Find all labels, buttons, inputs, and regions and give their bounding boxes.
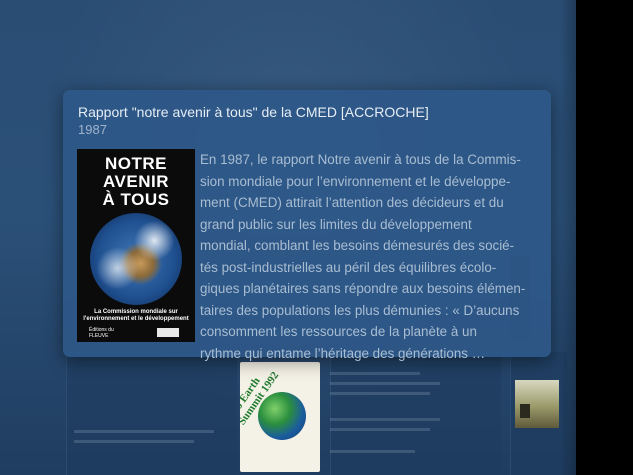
cover-title-line: AVENIR bbox=[103, 172, 169, 191]
cover-title: NOTRE AVENIR À TOUS bbox=[77, 155, 195, 209]
body-line: mondial, comblant les besoins démesurés … bbox=[200, 238, 515, 253]
cover-publisher: Éditions du FLEUVE bbox=[89, 327, 114, 339]
background-panel-middle bbox=[330, 352, 501, 475]
book-cover-image: NOTRE AVENIR À TOUS La Commission mondia… bbox=[77, 149, 195, 342]
cover-subtitle: La Commission mondiale sur l'environneme… bbox=[83, 309, 189, 322]
body-line: grand public sur les limites du développ… bbox=[200, 216, 472, 232]
rio-earth-summit-badge: Rio Earth Summit 1992 bbox=[240, 362, 320, 472]
body-line: tés post-industrielles au péril des équi… bbox=[200, 259, 497, 275]
body-line: rythme qui entame l’héritage des générat… bbox=[200, 345, 486, 361]
popup-body-text: En 1987, le rapport Notre avenir à tous … bbox=[200, 149, 543, 364]
body-line: taires des populations les plus démunies… bbox=[200, 302, 520, 318]
background-text-line bbox=[330, 372, 420, 375]
background-photo-detail bbox=[520, 404, 530, 418]
background-text-line bbox=[74, 430, 214, 433]
background-text-line bbox=[330, 450, 415, 453]
popup-year: 1987 bbox=[78, 122, 107, 137]
background-panel-left bbox=[66, 352, 237, 475]
background-text-line bbox=[330, 382, 440, 385]
popup-title: Rapport "notre avenir à tous" de la CMED… bbox=[78, 104, 429, 120]
background-text-line bbox=[330, 418, 440, 421]
body-line: sion mondiale pour l’environnement et le… bbox=[200, 173, 511, 189]
earth-globe-icon bbox=[90, 213, 182, 305]
background-text-line bbox=[330, 392, 430, 395]
background-text-line bbox=[330, 428, 430, 431]
cover-title-line: À TOUS bbox=[102, 190, 170, 209]
body-line: En 1987, le rapport Notre avenir à tous … bbox=[200, 152, 521, 167]
badge-text: Rio Earth Summit 1992 bbox=[240, 369, 282, 428]
info-popup-card[interactable]: Rapport "notre avenir à tous" de la CMED… bbox=[63, 90, 551, 361]
body-line: giques planétaires sans répondre aux bes… bbox=[200, 281, 526, 296]
publisher-logo-icon bbox=[157, 328, 179, 337]
wall-edge-shadow bbox=[560, 0, 576, 475]
body-line: ment (CMED) attirait l’attention des déc… bbox=[200, 195, 504, 210]
body-line: consomment les ressources de la planète … bbox=[200, 324, 477, 339]
background-text-line bbox=[74, 440, 194, 443]
cover-title-line: NOTRE bbox=[105, 154, 167, 173]
